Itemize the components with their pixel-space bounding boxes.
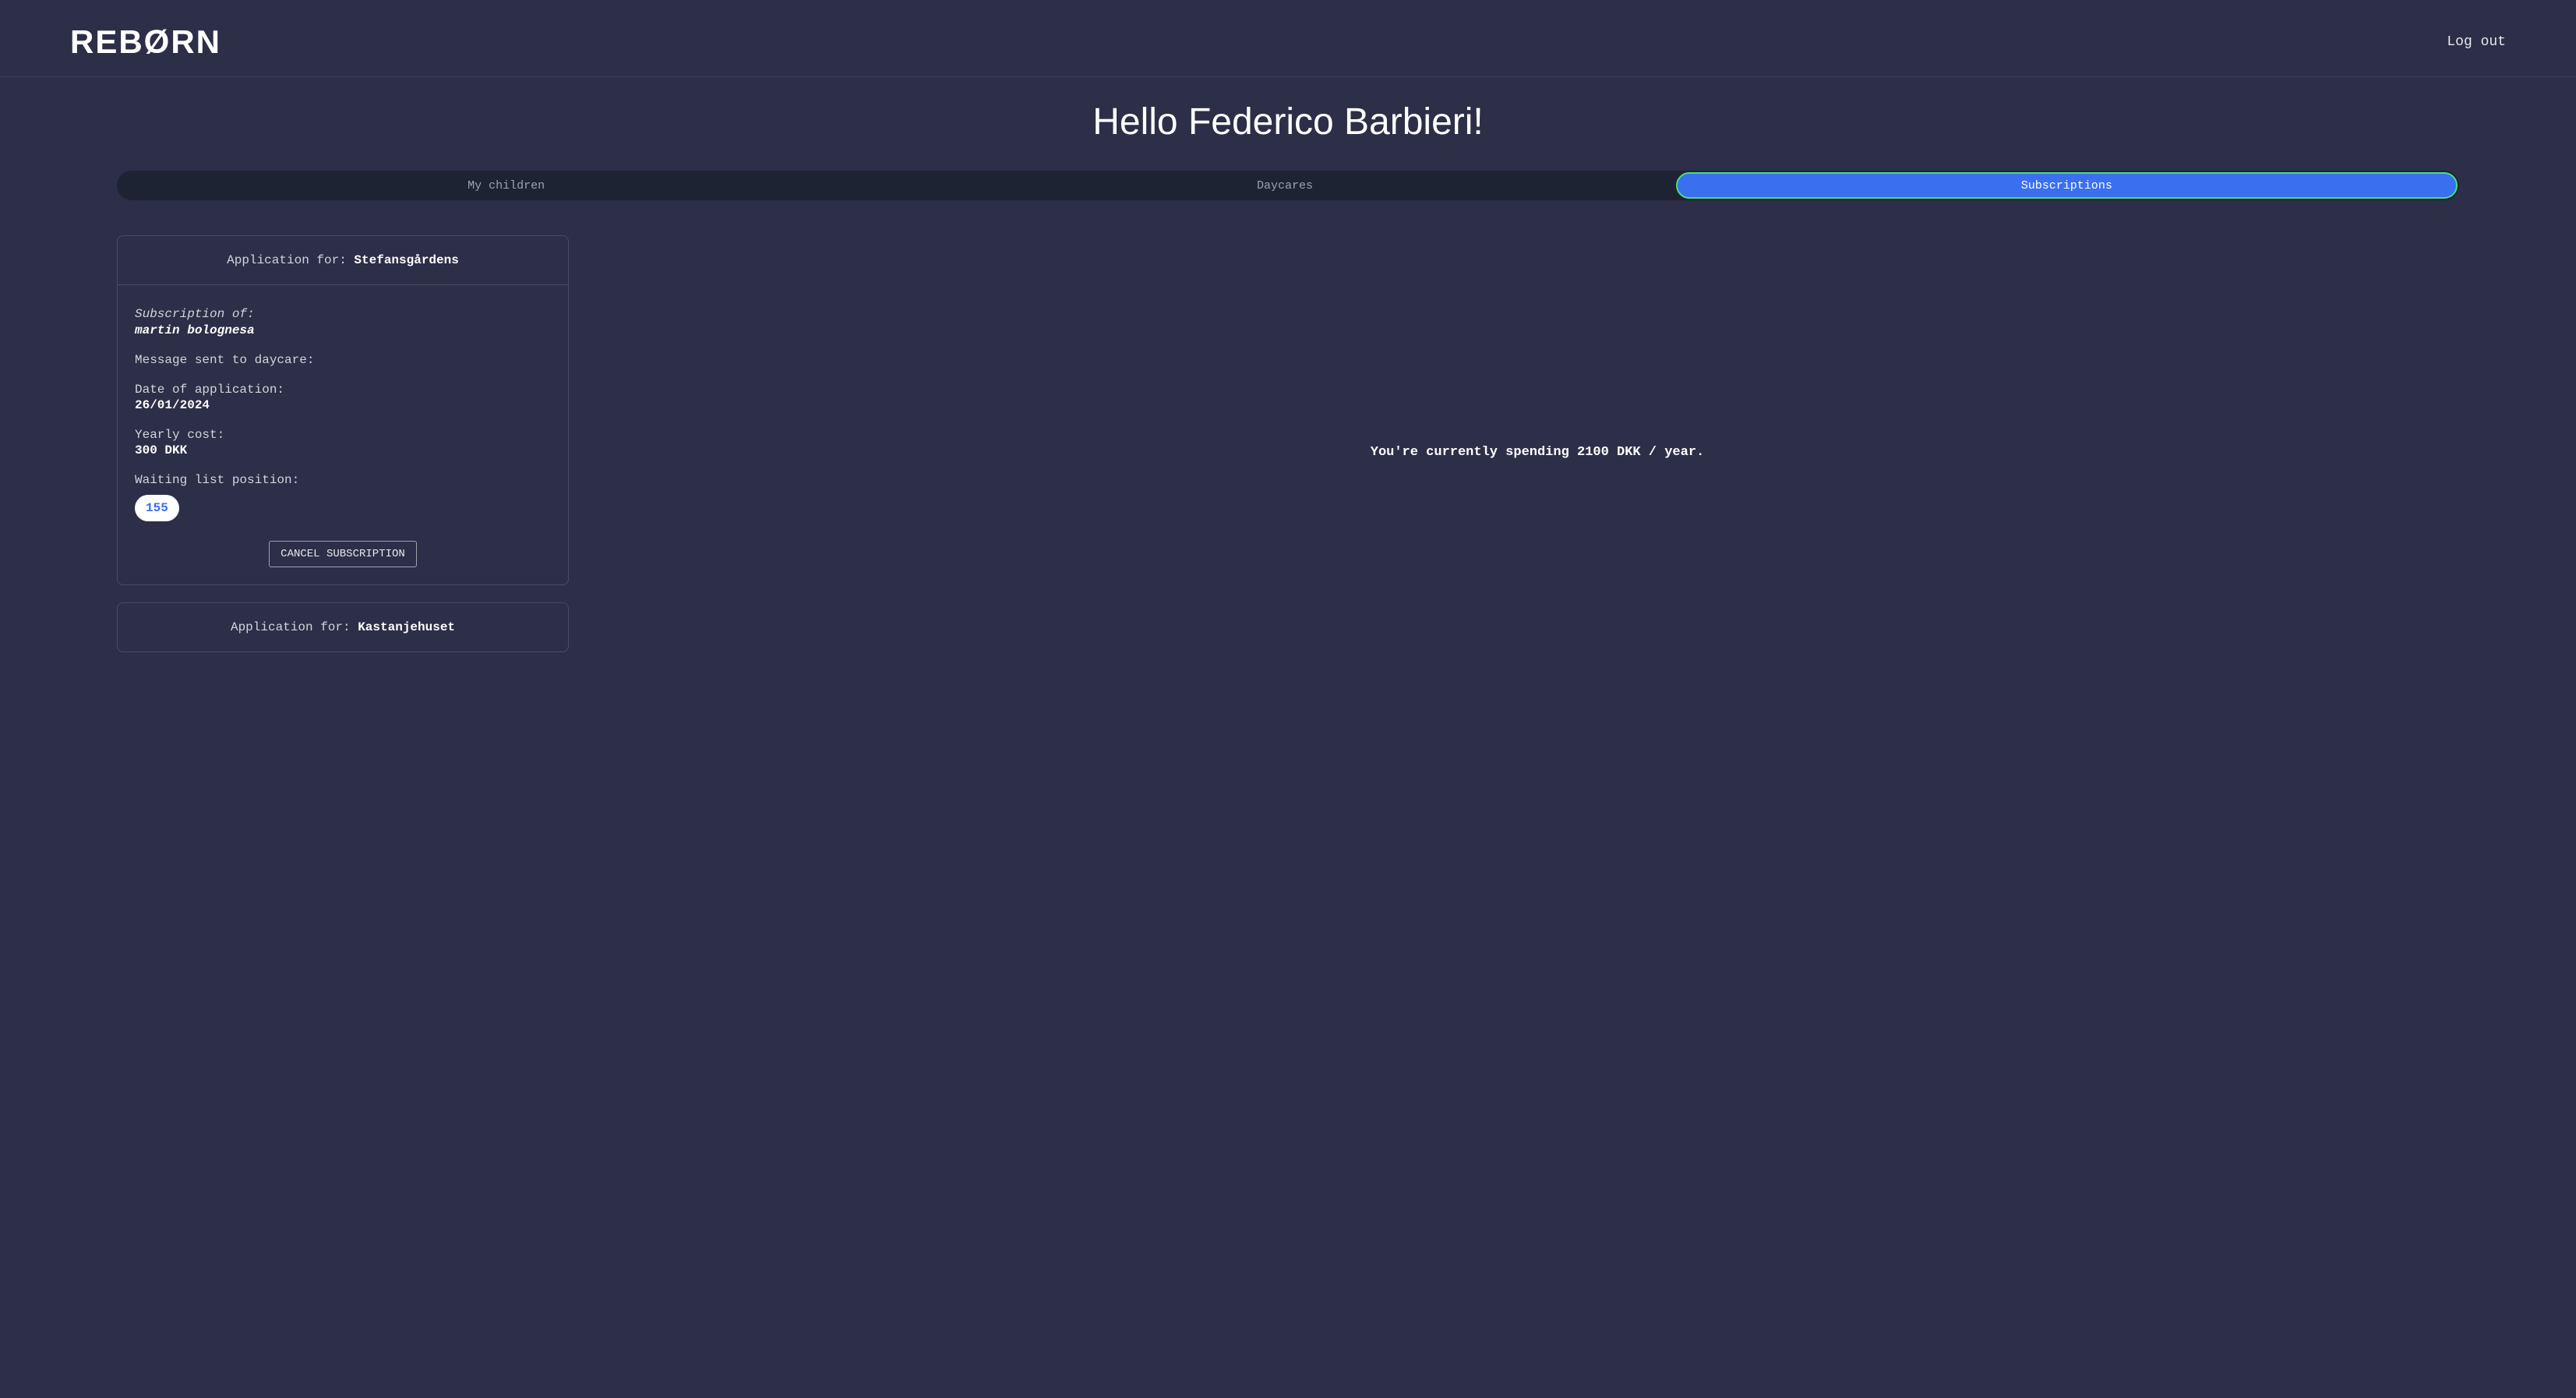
cancel-subscription-button[interactable]: CANCEL SUBSCRIPTION <box>269 541 417 567</box>
card-header-prefix: Application for: <box>227 253 354 267</box>
cost-label: Yearly cost: <box>135 428 551 442</box>
subscription-child-name: martin bolognesa <box>135 323 551 337</box>
card-header: Application for: Stefansgårdens <box>118 236 568 285</box>
logo[interactable]: REBØRN <box>70 23 221 61</box>
position-badge: 155 <box>135 495 179 521</box>
position-label: Waiting list position: <box>135 473 551 487</box>
spending-summary: You're currently spending 2100 DKK / yea… <box>1371 445 1704 460</box>
tab-subscriptions[interactable]: Subscriptions <box>1676 172 2458 199</box>
tab-my-children[interactable]: My children <box>117 171 895 200</box>
date-label: Date of application: <box>135 383 551 397</box>
cost-value: 300 DKK <box>135 443 551 457</box>
page-title: Hello Federico Barbieri! <box>0 101 2576 143</box>
card-header-daycare-name: Kastanjehuset <box>358 620 455 634</box>
card-header: Application for: Kastanjehuset <box>118 603 568 651</box>
message-label: Message sent to daycare: <box>135 353 551 367</box>
tabs-container: My children Daycares Subscriptions <box>117 171 2459 200</box>
tab-daycares[interactable]: Daycares <box>895 171 1674 200</box>
card-header-daycare-name: Stefansgårdens <box>354 253 458 267</box>
card-header-prefix: Application for: <box>231 620 358 634</box>
date-value: 26/01/2024 <box>135 398 551 412</box>
subscription-of-label: Subscription of: <box>135 305 551 323</box>
header: REBØRN Log out <box>0 0 2576 77</box>
card-body: Subscription of: martin bolognesa Messag… <box>118 285 568 584</box>
content-area: Application for: Stefansgårdens Subscrip… <box>117 235 2459 669</box>
subscription-card: Application for: Kastanjehuset <box>117 602 569 652</box>
logout-link[interactable]: Log out <box>2447 34 2506 50</box>
subscriptions-column: Application for: Stefansgårdens Subscrip… <box>117 235 569 669</box>
spending-summary-column: You're currently spending 2100 DKK / yea… <box>616 235 2459 669</box>
subscription-card: Application for: Stefansgårdens Subscrip… <box>117 235 569 585</box>
